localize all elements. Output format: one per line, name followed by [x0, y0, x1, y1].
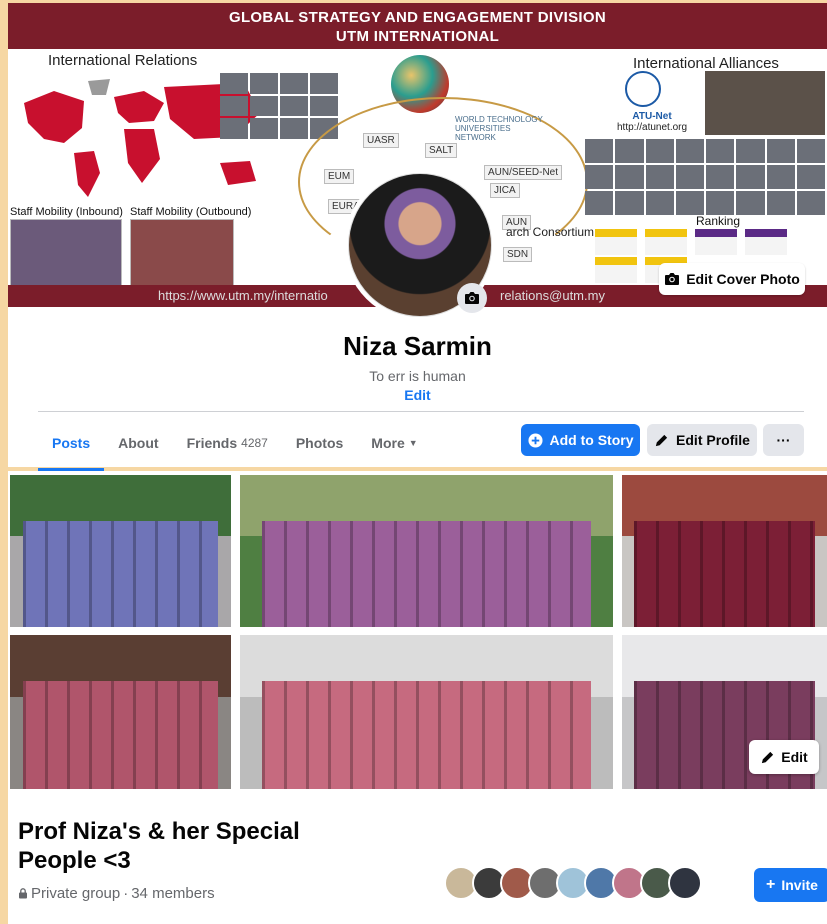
partner-eum: EUM: [324, 169, 355, 184]
virtual-forum-grid: [585, 139, 825, 215]
staff-mobility-outbound-title: Staff Mobility (Outbound): [130, 206, 252, 218]
group-cover-collage[interactable]: [8, 471, 827, 791]
update-profile-picture-button[interactable]: [457, 283, 487, 313]
invite-button[interactable]: + Invite: [754, 868, 827, 902]
lock-icon: [19, 888, 27, 899]
add-to-story-label: Add to Story: [549, 432, 634, 448]
edit-bio-link[interactable]: Edit: [8, 387, 827, 403]
cover-international-relations: International Relations: [48, 52, 198, 69]
ranking-title: Ranking: [696, 214, 741, 228]
staff-mobility-inbound-title: Staff Mobility (Inbound): [10, 206, 123, 218]
plus-circle-icon: [527, 432, 543, 448]
add-to-story-button[interactable]: Add to Story: [521, 424, 640, 456]
more-options-button[interactable]: ···: [763, 424, 804, 456]
edit-group-cover-button[interactable]: Edit: [749, 740, 819, 774]
tab-about[interactable]: About: [104, 421, 172, 465]
vie-photo-grid: [220, 73, 338, 139]
cover-international-alliances: International Alliances: [633, 55, 779, 72]
tab-about-label: About: [118, 435, 159, 451]
group-photo: [10, 635, 231, 789]
friends-count: 4287: [241, 436, 268, 450]
tab-photos[interactable]: Photos: [282, 421, 357, 465]
tab-friends-label: Friends: [186, 435, 238, 451]
profile-panel: GLOBAL STRATEGY AND ENGAGEMENT DIVISION …: [8, 3, 827, 471]
partner-salt: SALT: [425, 143, 458, 158]
profile-bio: To err is human: [369, 368, 466, 384]
ranking-badge: [595, 229, 637, 255]
staff-mobility-outbound-photo: [130, 219, 234, 285]
research-consortium-label: arch Consortium: [506, 225, 595, 239]
tab-posts[interactable]: Posts: [38, 421, 105, 471]
tab-friends[interactable]: Friends 4287: [173, 421, 282, 465]
group-title[interactable]: Prof Niza's & her Special People <3: [18, 817, 378, 875]
partner-aun-seed-net: AUN/SEED-Net: [484, 165, 563, 180]
cover-footer-url: https://www.utm.my/internatio: [158, 288, 328, 303]
group-member-avatars[interactable]: [444, 866, 702, 900]
atu-board-photo: [705, 71, 825, 135]
group-privacy: Private group: [31, 885, 121, 902]
group-panel: Edit Prof Niza's & her Special People <3…: [8, 471, 827, 924]
edit-profile-button[interactable]: Edit Profile: [647, 424, 757, 456]
invite-label: Invite: [781, 877, 818, 893]
caret-down-icon: ▼: [408, 438, 418, 448]
edit-profile-label: Edit Profile: [676, 432, 750, 448]
profile-name: Niza Sarmin: [343, 331, 492, 361]
ranking-badge: [595, 257, 637, 283]
meta-separator: ·: [123, 885, 129, 902]
pencil-icon: [762, 751, 774, 763]
group-photo: [622, 475, 827, 627]
partner-sdn: SDN: [503, 247, 533, 262]
ranking-badge: [745, 229, 787, 255]
group-meta: Private group · 34 members: [18, 885, 215, 902]
member-avatar[interactable]: [668, 866, 702, 900]
cover-banner: GLOBAL STRATEGY AND ENGAGEMENT DIVISION …: [8, 3, 827, 49]
tab-more[interactable]: More ▼: [357, 421, 431, 465]
group-photo: [240, 635, 613, 789]
staff-mobility-inbound-photo: [10, 219, 122, 285]
partner-jica: JICA: [490, 183, 520, 198]
pencil-icon: [655, 434, 668, 446]
wtun-label: WORLD TECHNOLOGY UNIVERSITIES NETWORK: [455, 115, 543, 142]
edit-group-cover-label: Edit: [781, 749, 808, 765]
tab-posts-label: Posts: [52, 435, 91, 451]
plus-icon: +: [766, 876, 776, 893]
divider: [38, 411, 804, 412]
profile-tabs: Posts About Friends 4287 Photos More ▼: [38, 421, 432, 471]
cover-banner-line2: UTM INTERNATIONAL: [335, 28, 500, 45]
cover-banner-line1: GLOBAL STRATEGY AND ENGAGEMENT DIVISION: [228, 9, 606, 26]
atu-net-logo: [625, 71, 661, 107]
partner-uasr: UASR: [363, 133, 399, 148]
camera-icon: [465, 292, 479, 304]
edit-bio-label: Edit: [404, 387, 431, 403]
camera-icon: [665, 273, 680, 285]
tab-photos-label: Photos: [295, 435, 344, 451]
edit-cover-photo-label: Edit Cover Photo: [686, 271, 800, 287]
ranking-badge: [645, 229, 687, 255]
edit-cover-photo-button[interactable]: Edit Cover Photo: [659, 263, 805, 295]
group-member-count[interactable]: 34 members: [131, 885, 214, 902]
atu-net-label: ATU-Net http://atunet.org: [617, 111, 688, 133]
ranking-badge: [695, 229, 737, 255]
cover-footer-mail: relations@utm.my: [500, 288, 605, 303]
tab-more-label: More: [371, 435, 405, 451]
group-photo: [10, 475, 231, 627]
group-photo: [240, 475, 613, 627]
more-dots-icon: ···: [776, 432, 791, 448]
